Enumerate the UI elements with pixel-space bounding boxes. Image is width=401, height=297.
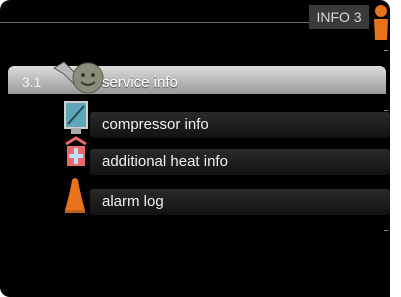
display-screen: INFO 3 3.1 service info compressor info … <box>0 0 390 297</box>
menu-item-label: alarm log <box>102 193 164 210</box>
info-icon <box>374 5 388 40</box>
wrench-smiley-icon <box>53 61 104 94</box>
page-title: INFO 3 <box>309 5 369 29</box>
menu-number: 3.1 <box>22 74 42 90</box>
header-divider <box>0 22 362 23</box>
additional-heat-icon <box>65 136 87 166</box>
menu-item-label: additional heat info <box>102 153 228 170</box>
compressor-icon <box>64 101 88 134</box>
alarm-bell-icon <box>65 178 85 213</box>
menu-item-label: compressor info <box>102 116 209 133</box>
menu-item-label: service info <box>102 74 178 91</box>
